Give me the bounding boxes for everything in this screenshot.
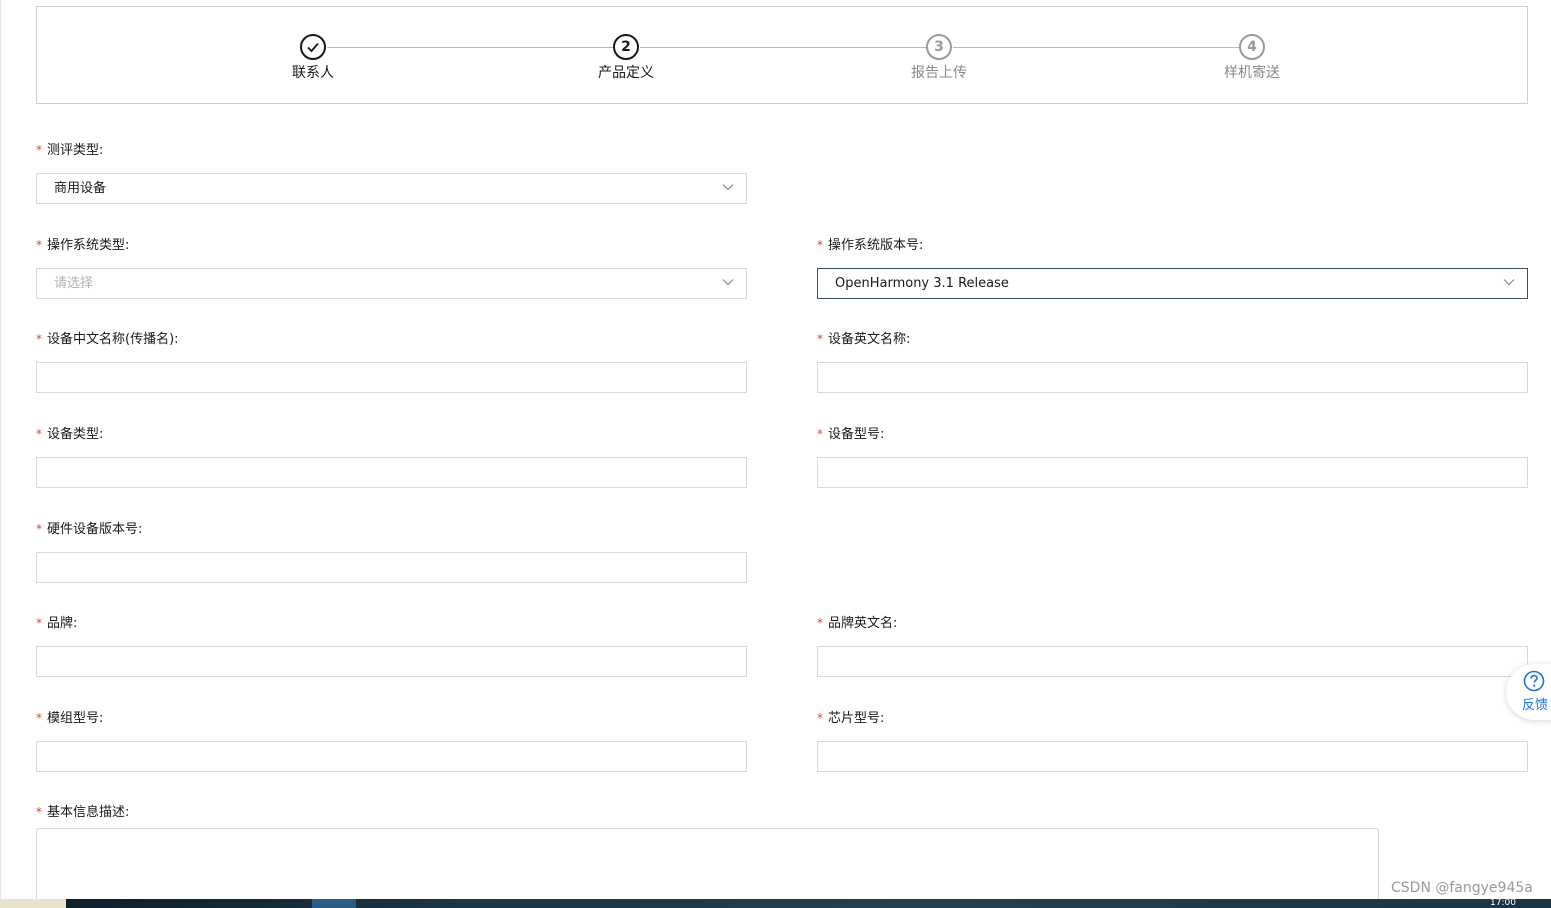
chevron-down-icon (1503, 279, 1515, 286)
eval-type-value: 商用设备 (54, 181, 107, 196)
step-number: 4 (1239, 34, 1265, 60)
device-en-name-label: * 设备英文名称: (817, 332, 911, 347)
brand-label: * 品牌: (36, 616, 78, 631)
os-type-select[interactable]: 请选择 (36, 268, 747, 299)
step-number: 3 (926, 34, 952, 60)
feedback-button[interactable]: 反馈 (1506, 664, 1551, 720)
start-button[interactable] (0, 899, 66, 908)
module-model-label: * 模组型号: (36, 711, 104, 726)
required-mark: * (36, 143, 42, 157)
step-sample-shipping[interactable]: 4 样机寄送 (1192, 34, 1312, 82)
checkmark-icon (307, 42, 319, 53)
step-report-upload[interactable]: 3 报告上传 (879, 34, 999, 82)
step-label: 报告上传 (911, 65, 967, 81)
module-model-input[interactable] (36, 741, 747, 772)
device-type-label: * 设备类型: (36, 427, 104, 442)
os-taskbar: 17:00 (0, 899, 1551, 908)
device-cn-name-input[interactable] (36, 362, 747, 393)
hardware-version-label: * 硬件设备版本号: (36, 522, 143, 537)
device-cn-name-label: * 设备中文名称(传播名): (36, 332, 179, 347)
step-number: 2 (613, 34, 639, 60)
step-done-marker (300, 34, 326, 60)
basic-info-label: * 基本信息描述: (36, 805, 130, 820)
os-version-select[interactable]: OpenHarmony 3.1 Release (817, 268, 1528, 299)
taskbar-app[interactable] (312, 899, 356, 908)
os-version-label: * 操作系统版本号: (817, 238, 924, 253)
eval-type-select[interactable]: 商用设备 (36, 173, 747, 204)
step-label: 联系人 (292, 65, 334, 81)
hardware-version-input[interactable] (36, 552, 747, 583)
step-label: 产品定义 (598, 65, 654, 81)
brand-input[interactable] (36, 646, 747, 677)
brand-en-input[interactable] (817, 646, 1528, 677)
device-model-input[interactable] (817, 457, 1528, 488)
os-version-value: OpenHarmony 3.1 Release (835, 276, 1009, 291)
watermark: CSDN @fangye945a (1391, 880, 1533, 896)
chevron-down-icon (722, 279, 734, 286)
device-en-name-input[interactable] (817, 362, 1528, 393)
os-type-label: * 操作系统类型: (36, 238, 130, 253)
chip-model-input[interactable] (817, 741, 1528, 772)
feedback-label: 反馈 (1522, 698, 1549, 713)
step-contact[interactable]: 联系人 (253, 34, 373, 82)
eval-type-label: * 测评类型: (36, 143, 104, 158)
step-product-definition[interactable]: 2 产品定义 (566, 34, 686, 82)
question-circle-icon (1523, 670, 1545, 692)
taskbar-clock: 17:00 (1490, 898, 1516, 908)
progress-stepper: 联系人 2 产品定义 3 报告上传 4 样机寄送 (36, 6, 1528, 104)
chevron-down-icon (722, 184, 734, 191)
page-edge (0, 0, 1, 900)
device-model-label: * 设备型号: (817, 427, 885, 442)
brand-en-label: * 品牌英文名: (817, 616, 898, 631)
step-label: 样机寄送 (1224, 65, 1280, 81)
chip-model-label: * 芯片型号: (817, 711, 885, 726)
device-type-input[interactable] (36, 457, 747, 488)
os-type-placeholder: 请选择 (54, 276, 94, 291)
basic-info-textarea[interactable] (36, 828, 1379, 908)
